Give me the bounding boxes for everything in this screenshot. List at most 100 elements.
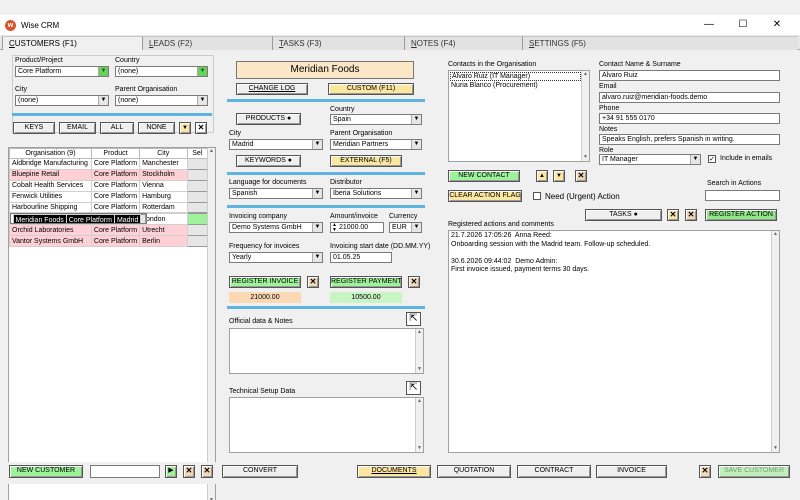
grid-scrollbar[interactable]: ▲ ▼ (207, 148, 215, 500)
table-row[interactable]: Orchid Laboratories Core Platform Utrecht (9, 224, 208, 237)
tab-tasks[interactable]: TASKS (F3) (272, 36, 404, 50)
table-row[interactable]: Bluepine Retail Core Platform Stockholm (9, 168, 208, 181)
col-sel[interactable]: Sel (186, 148, 208, 159)
triangle-up-icon: ▲ (539, 173, 545, 179)
select-cell[interactable] (140, 214, 147, 224)
sort-down-button[interactable]: ▼ (179, 122, 191, 134)
products-button[interactable]: PRODUCTS ● (236, 113, 301, 125)
new-contact-button[interactable]: NEW CONTACT (448, 170, 520, 182)
open-external-icon[interactable]: ⇱ (406, 312, 421, 326)
col-city[interactable]: City (139, 148, 188, 159)
change-log-button[interactable]: CHANGE LOG (236, 83, 308, 95)
col-product[interactable]: Product (90, 148, 141, 159)
cancel-invoice-button[interactable]: ✕ (307, 276, 319, 288)
frequency-select[interactable]: Yearly ▼ (229, 252, 323, 263)
contact-item[interactable]: Nuria Blanco (Procurement) (451, 82, 538, 90)
convert-button[interactable]: CONVERT (222, 465, 298, 478)
clear-selection-button[interactable]: ✕ (195, 122, 207, 134)
currency-select[interactable]: EUR ▼ (389, 222, 422, 233)
keys-button[interactable]: KEYS (13, 122, 55, 134)
close-window-button[interactable]: ✕ (760, 17, 794, 33)
register-action-button[interactable]: REGISTER ACTION (705, 209, 777, 221)
select-cell[interactable] (186, 201, 208, 214)
distributor-select[interactable]: Iberia Solutions ▼ (330, 188, 422, 199)
register-invoice-button[interactable]: REGISTER INVOICE (229, 276, 301, 288)
table-row[interactable]: Cobalt Health Services Core Platform Vienn… (9, 179, 208, 192)
clear-action-flag-button[interactable]: CLEAR ACTION FLAG (448, 190, 522, 202)
email-button[interactable]: EMAIL (59, 122, 96, 134)
tab-leads[interactable]: LEADS (F2) (142, 36, 272, 50)
city-select[interactable]: Madrid ▼ (229, 139, 323, 150)
select-cell[interactable] (186, 190, 208, 203)
open-external-icon[interactable]: ⇱ (406, 381, 421, 395)
discard-changes-button[interactable]: ✕ (699, 465, 711, 478)
contact-name-input[interactable]: Alvaro Ruiz (599, 70, 780, 81)
cancel-payment-button[interactable]: ✕ (408, 276, 420, 288)
amount-input[interactable]: 21000.00 ▲ ▼ (330, 222, 384, 233)
select-cell[interactable] (186, 235, 208, 248)
custom-fields-button[interactable]: CUSTOM (F11) (328, 83, 414, 95)
cancel-button[interactable]: ✕ (201, 465, 213, 478)
spinner-icon[interactable]: ▲ ▼ (332, 223, 337, 232)
quick-search-input[interactable] (90, 465, 160, 478)
select-cell[interactable] (186, 168, 208, 181)
select-cell[interactable] (186, 158, 208, 170)
tab-settings[interactable]: SETTINGS (F5) (522, 36, 798, 50)
new-customer-button[interactable]: NEW CUSTOMER (9, 465, 83, 478)
clear-search-button[interactable]: ✕ (667, 209, 679, 221)
technical-setup-textarea[interactable]: ▲ ▼ (229, 397, 424, 453)
invoice-button[interactable]: INVOICE (596, 465, 667, 478)
cancel-action-button[interactable]: ✕ (685, 209, 697, 221)
maximize-button[interactable]: ☐ (726, 17, 760, 33)
official-notes-textarea[interactable]: ▲ ▼ (229, 328, 424, 374)
urgent-action-checkbox[interactable] (533, 192, 541, 200)
country-filter-select[interactable]: (none) ▼ (115, 66, 208, 77)
table-row[interactable]: Fenwick Utilities Core Platform Hamburg (9, 190, 208, 203)
minimize-button[interactable]: — (692, 17, 726, 33)
select-cell[interactable] (186, 224, 208, 237)
product-filter-select[interactable]: Core Platform ▼ (15, 66, 109, 77)
search-actions-input[interactable] (705, 190, 780, 201)
country-select[interactable]: Spain ▼ (330, 114, 422, 125)
phone-input[interactable]: +34 91 555 0170 (599, 113, 780, 124)
none-button[interactable]: NONE (138, 122, 175, 134)
start-date-input[interactable]: 01.05.25 (330, 252, 392, 263)
quotation-button[interactable]: QUOTATION (437, 465, 511, 478)
actions-log[interactable]: 21.7.2026 17:05:26 Anna Reed: Onboarding… (448, 230, 780, 453)
table-row[interactable]: Meridian Foods Core Platform Madrid (9, 213, 148, 225)
table-row[interactable]: Aldbridge Manufacturing Core Platform Manc… (9, 158, 208, 170)
tab-customers[interactable]: CUSTOMERS (F1) (2, 36, 142, 51)
select-cell[interactable] (186, 179, 208, 192)
move-up-button[interactable]: ▲ (536, 170, 548, 182)
tasks-button[interactable]: TASKS ● (585, 209, 662, 221)
external-button[interactable]: EXTERNAL (F5) (330, 155, 402, 167)
include-emails-checkbox[interactable]: ✓ (708, 155, 716, 163)
language-select[interactable]: Spanish ▼ (229, 188, 323, 199)
clear-search-button[interactable]: ✕ (183, 465, 195, 478)
go-button[interactable]: ▶ (165, 465, 177, 478)
role-select[interactable]: IT Manager ▼ (599, 154, 701, 165)
invoicing-company-select[interactable]: Demo Systems GmbH ▼ (229, 222, 323, 233)
tab-notes[interactable]: NOTES (F4) (404, 36, 522, 50)
contacts-listbox[interactable]: Alvaro Ruiz (IT Manager) Nuria Blanco (P… (448, 70, 590, 162)
documents-button[interactable]: DOCUMENTS (357, 465, 431, 478)
move-down-button[interactable]: ▼ (553, 170, 565, 182)
city-filter-select[interactable]: (none) ▼ (15, 95, 109, 106)
parent-filter-select[interactable]: (none) ▼ (115, 95, 208, 106)
table-row[interactable]: Harbourline Shipping Core Platform Rotterd… (9, 201, 208, 214)
save-customer-button[interactable]: SAVE CUSTOMER (718, 465, 790, 478)
chevron-down-icon: ▼ (312, 189, 322, 198)
keywords-button[interactable]: KEYWORDS ● (236, 155, 301, 167)
email-input[interactable]: alvaro.ruiz@meridian-foods.demo (599, 92, 780, 103)
contract-button[interactable]: CONTRACT (517, 465, 591, 478)
select-cell[interactable] (186, 213, 208, 226)
col-organisation[interactable]: Organisation (9) (9, 148, 92, 159)
table-row[interactable]: Vantor Systems GmbH Core Platform Berlin (9, 235, 208, 248)
cell-city: Berlin (139, 235, 188, 248)
delete-contact-button[interactable]: ✕ (575, 170, 587, 182)
contact-item[interactable]: Alvaro Ruiz (IT Manager) (450, 72, 581, 81)
register-payment-button[interactable]: REGISTER PAYMENT (330, 276, 402, 288)
notes-input[interactable]: Speaks English, prefers Spanish in writi… (599, 134, 780, 145)
all-button[interactable]: ALL (100, 122, 134, 134)
parent-select[interactable]: Meridian Partners ▼ (330, 139, 422, 150)
